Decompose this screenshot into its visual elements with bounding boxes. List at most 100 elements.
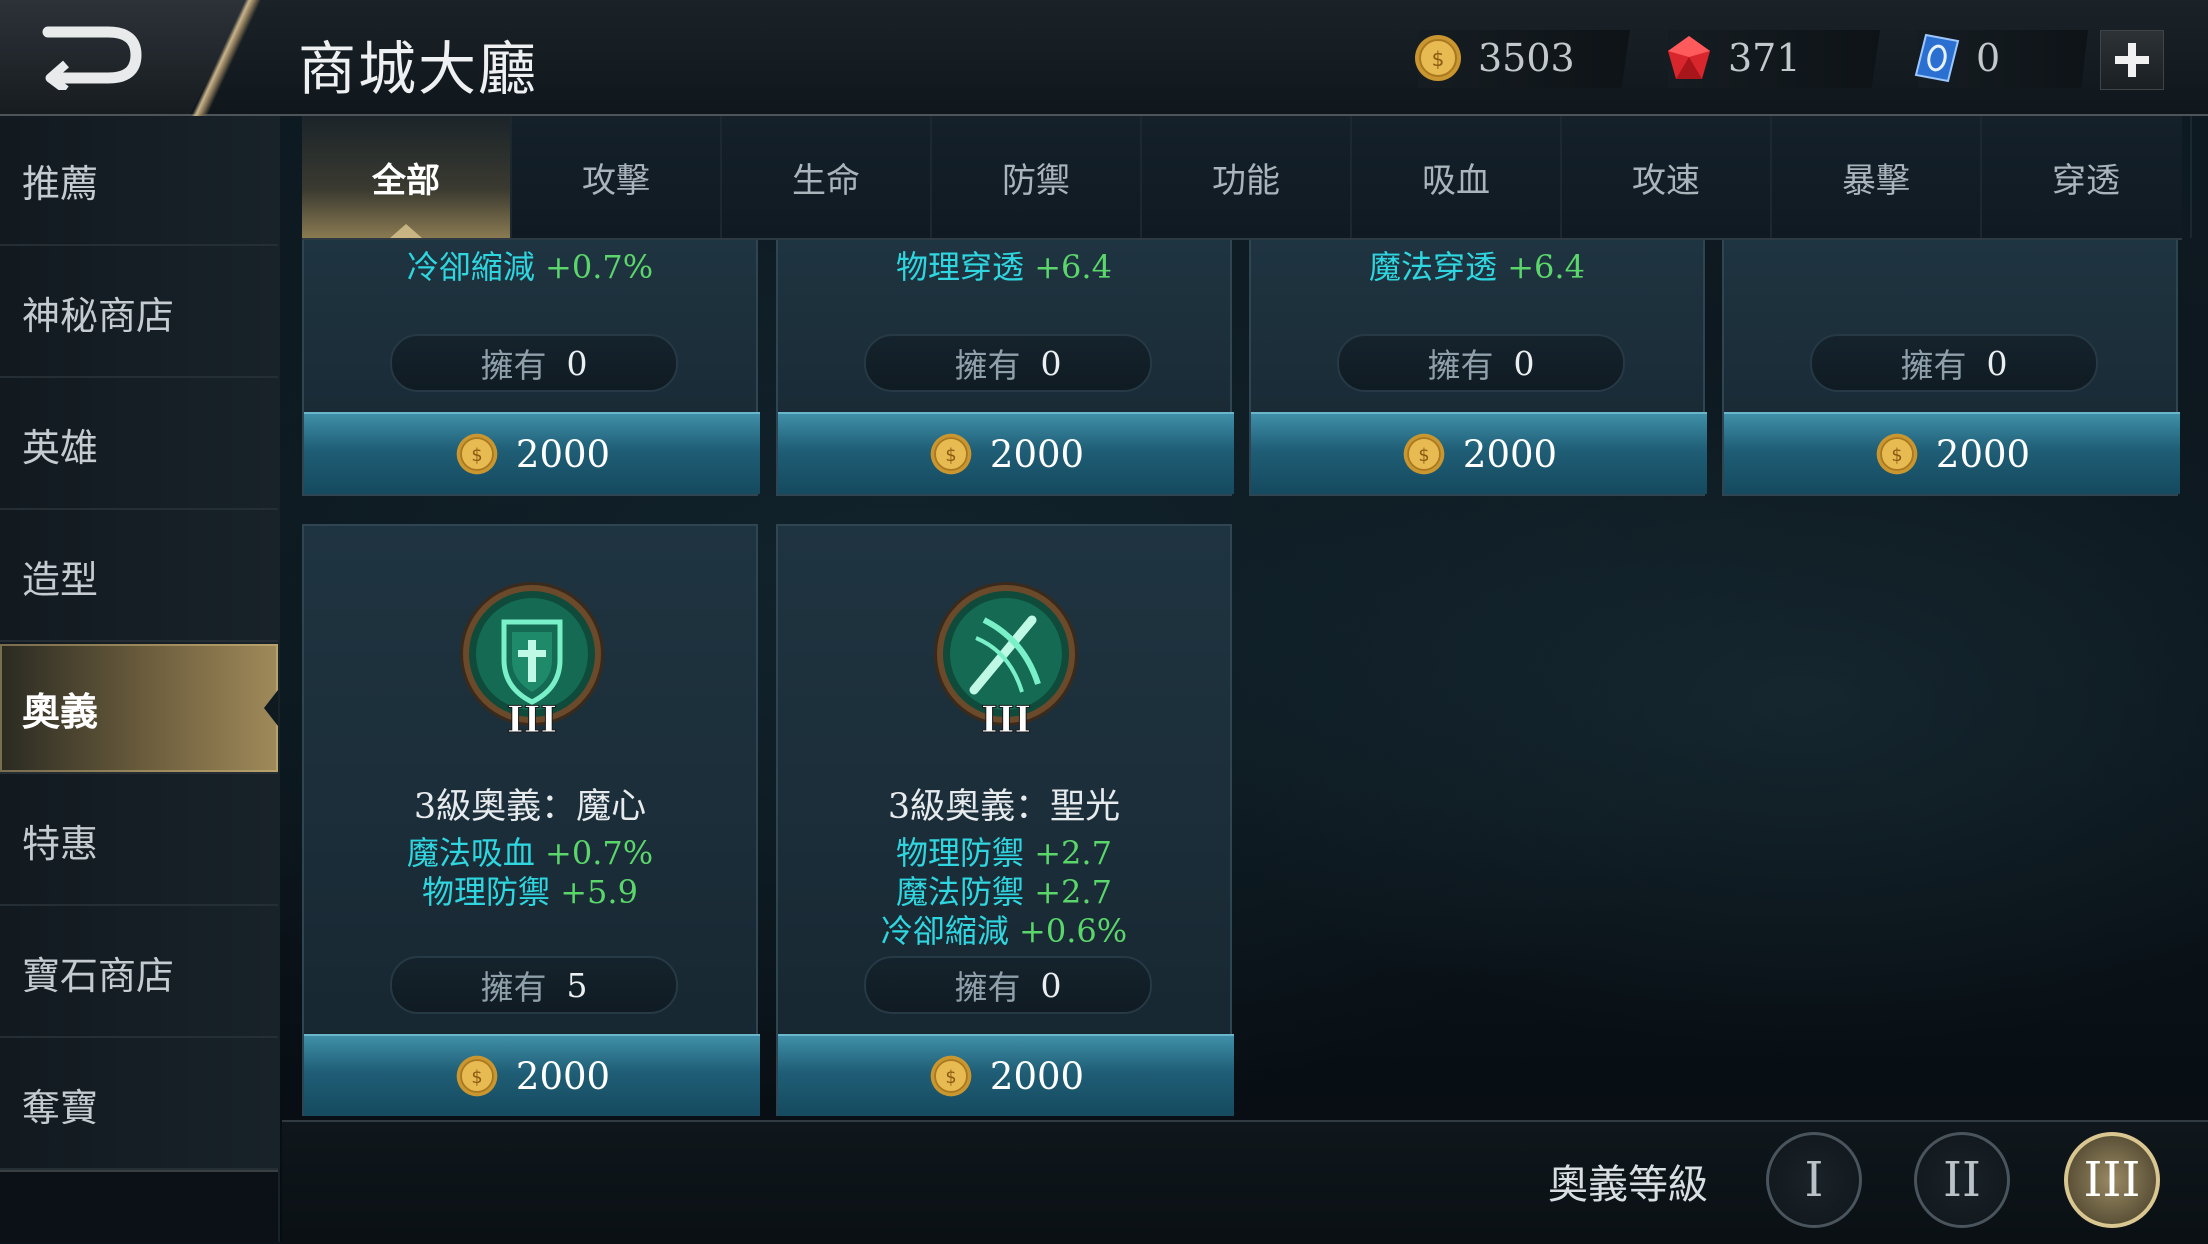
tab-label: 吸血	[1422, 160, 1490, 201]
tab-utility[interactable]: 功能	[1142, 116, 1352, 238]
buy-button[interactable]: $ 2000	[304, 1034, 760, 1116]
buy-button[interactable]: $ 2000	[304, 412, 760, 494]
level-2-button[interactable]: II	[1914, 1132, 2010, 1228]
level-3-button[interactable]: III	[2064, 1132, 2160, 1228]
arcana-level-label: 奧義等級	[1548, 1162, 1708, 1208]
sidebar-item-skins[interactable]: 造型	[0, 512, 278, 642]
top-bar: 商城大廳 $ 3503 371 0	[0, 0, 2208, 118]
stat-name: 冷卻縮減	[406, 248, 535, 286]
price: 2000	[989, 1054, 1085, 1098]
stat-name: 物理防禦	[422, 873, 551, 911]
tab-label: 攻速	[1632, 160, 1700, 201]
level-1-button[interactable]: I	[1766, 1132, 1862, 1228]
level-label: II	[1943, 1152, 1981, 1208]
tab-attack-speed[interactable]: 攻速	[1562, 116, 1772, 238]
top-up-button[interactable]	[2100, 30, 2164, 90]
voucher-amount: 0	[1976, 36, 2001, 80]
sidebar-item-treasure[interactable]: 奪寶	[0, 1040, 278, 1170]
stat-name: 物理穿透	[896, 248, 1025, 286]
owned-count: 擁有 0	[1337, 334, 1625, 392]
item-name: 3級奧義：聖光	[887, 787, 1121, 827]
buy-button[interactable]: $ 2000	[1724, 412, 2180, 494]
stat-line: 冷卻縮減 +0.6%	[778, 906, 1230, 952]
arcana-card[interactable]: III 3級奧義：聖光 物理防禦 +2.7 魔法防禦 +2.7 冷卻縮減 +0.…	[776, 524, 1234, 1116]
voucher-card-icon	[1914, 33, 1960, 83]
sidebar-item-label: 寶石商店	[22, 953, 175, 998]
category-tabs: 全部 攻擊 生命 防禦 功能 吸血 攻速 暴擊 穿透	[302, 116, 2192, 240]
arcana-card[interactable]: 物理穿透 +6.4 擁有 0 $ 2000	[776, 240, 1234, 496]
stat-value: +0.6%	[1019, 912, 1128, 950]
price: 2000	[1462, 432, 1558, 476]
owned-count: 擁有 0	[1810, 334, 2098, 392]
gold-coin-icon: $	[1415, 35, 1461, 81]
owned-label: 擁有	[954, 346, 1021, 385]
sidebar-item-label: 奧義	[22, 689, 99, 734]
tab-critical[interactable]: 暴擊	[1772, 116, 1982, 238]
stat-value: +0.7%	[545, 248, 654, 286]
tab-all[interactable]: 全部	[302, 116, 512, 238]
page-title: 商城大廳	[298, 35, 539, 103]
price: 2000	[989, 432, 1085, 476]
sidebar-item-recommended[interactable]: 推薦	[0, 116, 278, 246]
gem-balance: 371	[1664, 32, 1801, 84]
tab-defense[interactable]: 防禦	[932, 116, 1142, 238]
stat-value: +6.4	[1507, 248, 1585, 286]
tab-health[interactable]: 生命	[722, 116, 932, 238]
stat-value: +6.4	[1034, 248, 1112, 286]
stat-name: 冷卻縮減	[880, 912, 1009, 950]
sidebar-item-label: 造型	[22, 557, 99, 602]
stat-value: +5.9	[560, 873, 638, 911]
buy-button[interactable]: $ 2000	[1251, 412, 1707, 494]
ruby-gem-icon	[1668, 36, 1710, 79]
price: 2000	[1935, 432, 2031, 476]
tab-label: 穿透	[2052, 160, 2120, 201]
sidebar-item-mystery-shop[interactable]: 神秘商店	[0, 248, 278, 378]
sidebar-item-arcana[interactable]: 奧義	[0, 644, 278, 774]
buy-button[interactable]: $ 2000	[778, 412, 1234, 494]
svg-text:$: $	[1418, 446, 1429, 466]
level-label: I	[1804, 1152, 1824, 1208]
arcana-card[interactable]: 冷卻縮減 +0.7% 擁有 0 $ 2000	[302, 240, 760, 496]
rank-label: III	[507, 699, 558, 736]
owned-number: 5	[566, 965, 588, 1005]
owned-label: 擁有	[480, 968, 547, 1007]
rank-label: III	[981, 699, 1032, 736]
sidebar-item-special-offers[interactable]: 特惠	[0, 776, 278, 906]
gold-coin-icon: $	[456, 433, 498, 475]
tab-attack[interactable]: 攻擊	[512, 116, 722, 238]
svg-text:$: $	[471, 446, 482, 466]
item-name: 3級奧義：魔心	[413, 787, 647, 827]
stat-line: 物理穿透 +6.4	[778, 242, 1230, 288]
owned-number: 0	[1040, 343, 1062, 383]
arcana-card[interactable]: III 3級奧義：魔心 魔法吸血 +0.7% 物理防禦 +5.9 擁有 5 $ 2…	[302, 524, 760, 1116]
sidebar-item-label: 奪寶	[22, 1085, 99, 1130]
plus-icon	[2115, 43, 2149, 77]
shield-sword-emblem-icon: III	[460, 582, 604, 736]
voucher-balance: 0	[1912, 32, 2000, 84]
gem-amount: 371	[1728, 36, 1801, 80]
tab-label: 功能	[1212, 160, 1280, 201]
sidebar-item-gem-shop[interactable]: 寶石商店	[0, 908, 278, 1038]
arcana-card[interactable]: 魔法穿透 +6.4 擁有 0 $ 2000	[1249, 240, 1707, 496]
svg-text:$: $	[471, 1068, 482, 1088]
svg-text:$: $	[1432, 47, 1445, 71]
owned-number: 0	[1986, 343, 2008, 383]
sidebar-item-label: 神秘商店	[22, 293, 175, 338]
stat-line: 魔法穿透 +6.4	[1251, 242, 1703, 288]
sidebar-item-label: 英雄	[22, 425, 99, 470]
price: 2000	[515, 1054, 611, 1098]
sidebar-item-heroes[interactable]: 英雄	[0, 380, 278, 510]
back-button[interactable]	[28, 20, 148, 94]
price: 2000	[515, 432, 611, 476]
arcana-card[interactable]: 擁有 0 $ 2000	[1722, 240, 2180, 496]
owned-number: 0	[1513, 343, 1535, 383]
buy-button[interactable]: $ 2000	[778, 1034, 1234, 1116]
tab-lifesteal[interactable]: 吸血	[1352, 116, 1562, 238]
tab-label: 攻擊	[582, 160, 650, 201]
stat-name: 魔法穿透	[1369, 248, 1498, 286]
sidebar-item-label: 推薦	[22, 161, 99, 206]
tab-label: 防禦	[1002, 160, 1070, 201]
tab-penetration[interactable]: 穿透	[1982, 116, 2192, 238]
tab-label: 全部	[372, 160, 440, 201]
gold-amount: 3503	[1478, 36, 1575, 80]
